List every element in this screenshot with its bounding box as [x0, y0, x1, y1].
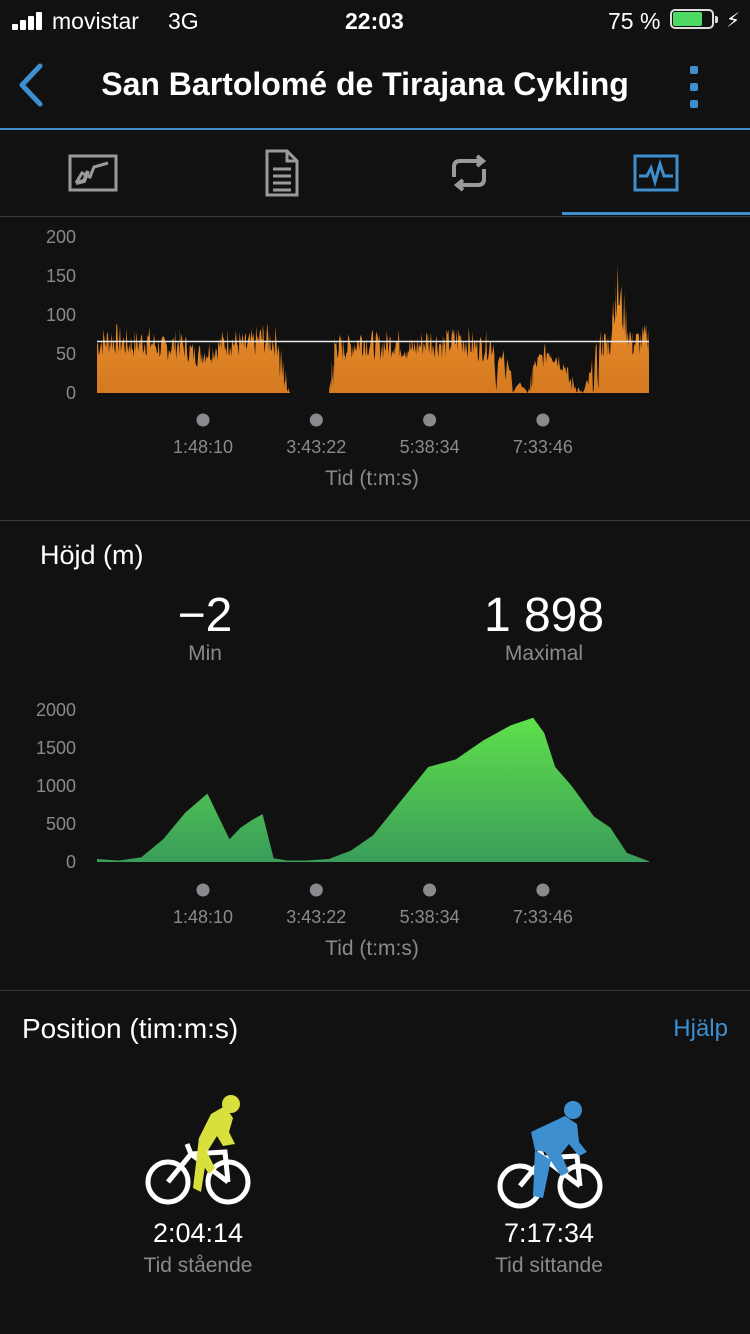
- elevation-chart: 2000 1500 1000 500 0 1:48:10 3:43:22 5:38:34 7:…: [36, 700, 649, 960]
- x-tick-label: 1:48:10: [173, 437, 233, 457]
- x-tick-marker: [196, 413, 210, 427]
- details-document-icon: [265, 149, 298, 197]
- tab-bar: [0, 130, 750, 217]
- x-tick-label: 3:43:22: [286, 437, 346, 457]
- battery-icon: [670, 9, 720, 31]
- elevation-min-value: −2: [177, 589, 233, 642]
- status-bar: movistar 3G 22:03 75 % ⚡: [0, 0, 750, 44]
- elevation-max-label: Maximal: [504, 642, 584, 665]
- y-tick-label: 0: [66, 852, 76, 872]
- tab-details[interactable]: [187, 130, 374, 216]
- y-tick-label: 500: [46, 814, 76, 834]
- standing-time-value: 2:04:14: [152, 1218, 244, 1248]
- charts-icon: [633, 154, 679, 192]
- nav-bar: San Bartolomé de Tirajana Cykling: [0, 44, 750, 130]
- x-tick-label: 1:48:10: [173, 907, 233, 927]
- y-tick-label: 1000: [36, 776, 76, 796]
- x-tick-marker: [309, 883, 323, 897]
- tab-map[interactable]: [0, 130, 187, 216]
- x-tick-marker: [536, 413, 550, 427]
- y-tick-label: 2000: [36, 700, 76, 720]
- y-tick-label: 1500: [36, 738, 76, 758]
- x-axis-title: Tid (t:m:s): [325, 937, 419, 960]
- signal-strength-icon: [12, 12, 48, 30]
- standing-rider-icon: [145, 1095, 251, 1205]
- page-title: San Bartolomé de Tirajana Cykling: [101, 66, 629, 102]
- tab-charts[interactable]: [562, 130, 750, 216]
- map-icon: [68, 154, 117, 192]
- y-tick-label: 150: [46, 266, 76, 286]
- battery-percent: 75 %: [608, 8, 661, 34]
- elevation-min-label: Min: [188, 642, 222, 665]
- seated-time-value: 7:17:34: [503, 1218, 595, 1248]
- cadence-chart: 200 150 100 50 0 1:48:10 3:43:22 5:38:34 7:33:4…: [46, 227, 649, 490]
- cadence-area: [97, 265, 649, 393]
- y-tick-label: 200: [46, 227, 76, 247]
- selected-tab-indicator: [562, 212, 750, 215]
- seated-time-label: Tid sittande: [495, 1254, 603, 1277]
- help-link[interactable]: Hjälp: [673, 1015, 728, 1043]
- x-tick-label: 3:43:22: [286, 907, 346, 927]
- elevation-heading: Höjd (m): [40, 540, 144, 570]
- seated-rider-icon: [497, 1101, 603, 1209]
- more-vertical-icon: [690, 66, 698, 74]
- charging-bolt-icon: ⚡: [726, 10, 741, 32]
- more-options-button[interactable]: [680, 64, 710, 114]
- x-tick-label: 7:33:46: [513, 437, 573, 457]
- y-tick-label: 100: [46, 305, 76, 325]
- y-tick-label: 50: [56, 344, 76, 364]
- back-button[interactable]: [14, 58, 54, 112]
- standing-time-label: Tid stående: [143, 1254, 253, 1277]
- x-tick-label: 7:33:46: [513, 907, 573, 927]
- x-tick-marker: [196, 883, 210, 897]
- network-type: 3G: [168, 8, 199, 34]
- tab-laps[interactable]: [375, 130, 562, 216]
- x-tick-marker: [423, 413, 437, 427]
- x-tick-marker: [423, 883, 437, 897]
- carrier-name: movistar: [52, 8, 139, 34]
- elevation-area: [97, 717, 649, 862]
- x-tick-marker: [309, 413, 323, 427]
- battery-level: [673, 12, 702, 26]
- chevron-left-icon: [19, 63, 43, 107]
- x-tick-label: 5:38:34: [400, 437, 460, 457]
- section-divider: [0, 520, 750, 521]
- position-heading: Position (tim:m:s): [22, 1013, 239, 1044]
- x-tick-label: 5:38:34: [400, 907, 460, 927]
- x-axis-title: Tid (t:m:s): [325, 467, 419, 490]
- y-tick-label: 0: [66, 383, 76, 403]
- x-tick-marker: [536, 883, 550, 897]
- laps-loop-icon: [451, 154, 486, 192]
- elevation-max-value: 1 898: [483, 589, 605, 642]
- clock: 22:03: [345, 8, 404, 34]
- section-divider: [0, 990, 750, 991]
